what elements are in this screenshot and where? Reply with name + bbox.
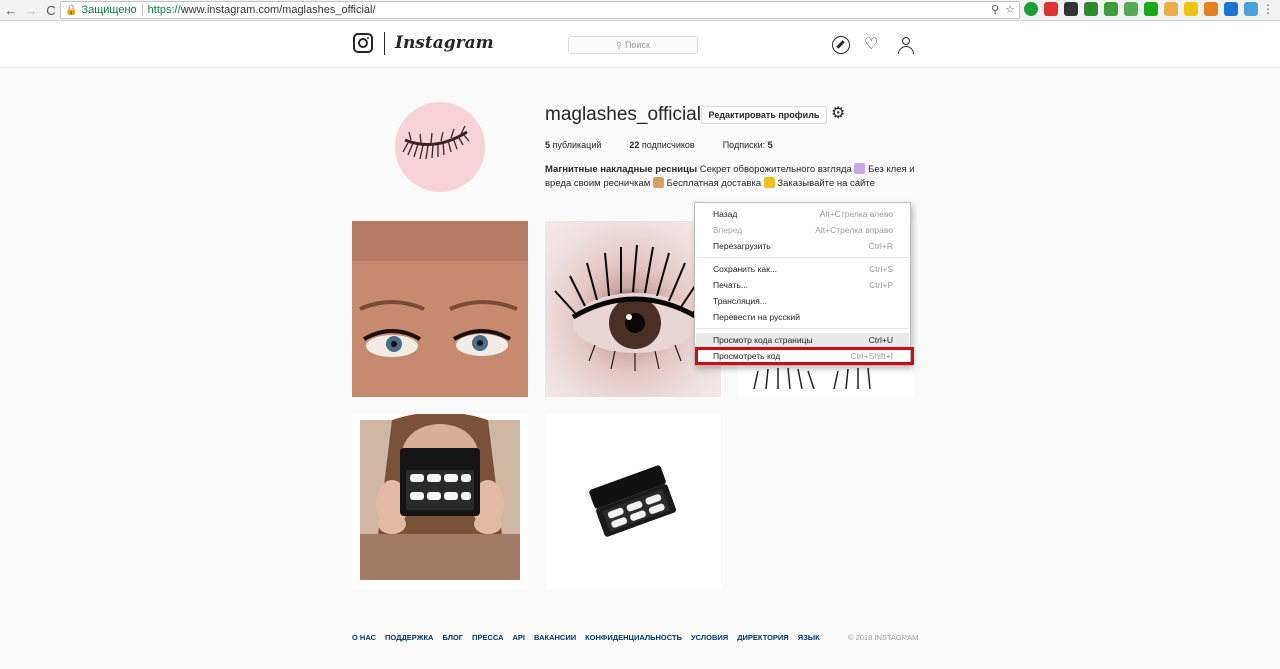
context-menu-item[interactable]: Перезагрузить Ctrl+R [696,239,909,253]
footer-link[interactable]: API [513,633,526,642]
woman-holding-box-image [360,414,520,580]
zoom-search-icon[interactable]: ⚲ [991,3,999,16]
search-input[interactable]: ⚲ Поиск [568,36,698,54]
omnibox-icons: ⚲ ☆ [991,3,1015,16]
highlight-annotation [695,347,914,365]
post-thumbnail[interactable] [352,414,528,590]
explore-compass-icon[interactable] [832,36,850,54]
search-icon: ⚲ [616,40,622,50]
extensions-bar [1024,2,1258,16]
face-eyes-image [352,221,528,397]
posts-stat: 5 публикаций [545,140,602,150]
post-thumbnail[interactable] [545,414,721,590]
profile-username: maglashes_official [545,104,701,125]
extension-icon[interactable] [1144,2,1158,16]
instagram-camera-icon[interactable] [353,33,373,53]
context-menu-item[interactable]: Трансляция... [696,294,909,308]
url-scheme: https:// [147,4,181,16]
profile-bio: Магнитные накладные ресницы Секрет обвор… [545,163,915,189]
extension-icon[interactable] [1224,2,1238,16]
following-stat[interactable]: Подписки: 5 [723,140,773,150]
reload-button[interactable]: C [42,1,60,19]
extension-icon[interactable] [1064,2,1078,16]
footer-link[interactable]: ПРЕССА [472,633,503,642]
instagram-wordmark[interactable]: Instagram [395,33,494,53]
context-menu-item[interactable]: Перевести на русский [696,310,909,324]
extension-icon[interactable] [1204,2,1218,16]
footer-link[interactable]: УСЛОВИЯ [691,633,728,642]
address-bar[interactable]: 🔒 Защищено https://www.instagram.com/mag… [60,1,1020,19]
footer-link[interactable]: КОНФИДЕНЦИАЛЬНОСТЬ [585,633,682,642]
extension-icon[interactable] [1244,2,1258,16]
copyright: © 2018 INSTAGRAM [848,633,919,642]
back-button[interactable]: ← [2,1,20,19]
footer-link[interactable]: ДИРЕКТОРИЯ [737,633,789,642]
context-menu-item[interactable]: Просмотр кода страницы Ctrl+U [696,333,909,347]
edit-profile-button[interactable]: Редактировать профиль [701,106,827,124]
extension-icon[interactable] [1024,2,1038,16]
lock-icon: 🔒 [65,4,78,16]
context-menu-item[interactable]: Печать... Ctrl+P [696,278,909,292]
context-menu-item[interactable]: Сохранить как... Ctrl+S [696,262,909,276]
forward-button[interactable]: → [22,1,40,19]
lash-case-image [589,465,677,537]
search-placeholder: Поиск [624,40,650,50]
omnibox-separator [141,4,143,16]
context-menu: Назад Alt+Стрелка влево Вперед Alt+Стрелка… [694,202,911,366]
extension-icon[interactable] [1104,2,1118,16]
settings-gear-icon[interactable]: ⚙ [831,106,847,122]
avatar[interactable] [395,102,485,192]
eyelash-logo-image [402,125,470,160]
star-icon[interactable]: ☆ [1005,3,1015,16]
emoji-icon [652,177,664,188]
followers-stat[interactable]: 22 подписчиков [629,140,694,150]
instagram-header: Instagram ⚲ Поиск ♡ [0,21,1280,68]
footer-links: О НАС ПОДДЕРЖКА БЛОГ ПРЕССА API ВАКАНСИИ… [352,633,820,642]
profile-person-icon[interactable] [897,36,915,54]
footer-link[interactable]: ПОДДЕРЖКА [385,633,434,642]
secure-label: Защищено [81,4,137,16]
menu-divider [696,328,909,329]
logo-divider [384,32,385,55]
url-path: www.instagram.com/maglashes_official/ [180,4,376,16]
post-thumbnail[interactable] [352,221,528,397]
extension-icon[interactable] [1124,2,1138,16]
bio-title: Магнитные накладные ресницы [545,164,698,175]
menu-divider [696,257,909,258]
extension-icon[interactable] [1184,2,1198,16]
footer-link[interactable]: ВАКАНСИИ [534,633,576,642]
footer-link[interactable]: ЯЗЫК [798,633,820,642]
context-menu-item[interactable]: Назад Alt+Стрелка влево [696,207,909,221]
profile-stats: 5 публикаций 22 подписчиков Подписки: 5 [545,140,801,150]
footer-link[interactable]: БЛОГ [442,633,463,642]
activity-heart-icon[interactable]: ♡ [864,36,882,54]
browser-menu-icon[interactable]: ⋮ [1262,2,1274,16]
emoji-icon [854,163,866,174]
url-text[interactable]: https://www.instagram.com/maglashes_offi… [148,4,376,16]
extension-icon[interactable] [1044,2,1058,16]
context-menu-item[interactable]: Вперед Alt+Стрелка вправо [696,223,909,237]
browser-toolbar: ← → C 🔒 Защищено https://www.instagram.c… [0,0,1280,21]
extension-icon[interactable] [1164,2,1178,16]
extension-icon[interactable] [1084,2,1098,16]
footer-link[interactable]: О НАС [352,633,376,642]
emoji-icon [763,177,775,188]
